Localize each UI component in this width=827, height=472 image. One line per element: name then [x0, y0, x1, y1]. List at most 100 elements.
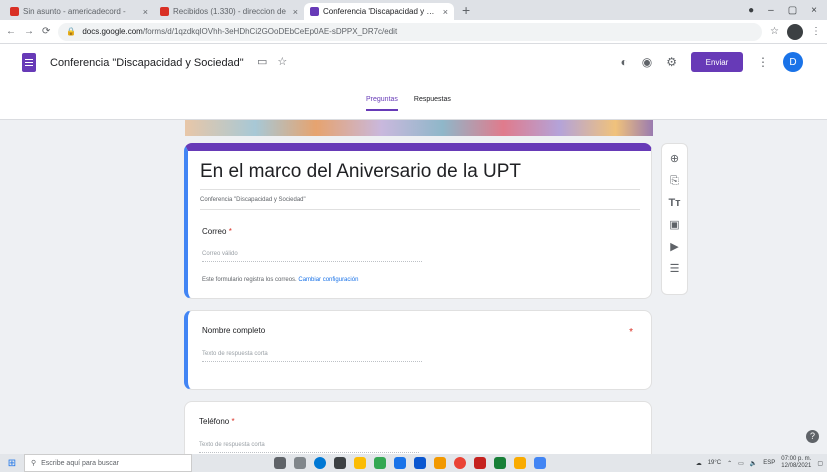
- lock-icon: 🔒: [66, 27, 77, 36]
- system-tray: ☁ 19°C ⌃ ▭ 🔈 ESP 07:00 p. m. 12/08/2021 …: [696, 456, 827, 470]
- close-window-button[interactable]: ×: [811, 5, 817, 16]
- question-card-name[interactable]: Nombre completo * Texto de respuesta cor…: [184, 310, 652, 390]
- forward-icon[interactable]: →: [24, 26, 34, 37]
- required-asterisk: *: [629, 327, 633, 338]
- browser-tab-gmail-1[interactable]: Sin asunto - americadecord - ×: [4, 3, 154, 20]
- browser-profile-avatar[interactable]: [787, 23, 803, 40]
- form-description[interactable]: Conferencia "Discapacidad y Sociedad": [200, 197, 640, 210]
- word-icon[interactable]: [394, 457, 406, 469]
- palette-icon[interactable]: ◐: [621, 55, 628, 69]
- folder-app-icon[interactable]: [434, 457, 446, 469]
- form-title[interactable]: En el marco del Aniversario de la UPT: [200, 161, 640, 190]
- browser-tab-forms[interactable]: Conferencia 'Discapacidad y Soc ×: [304, 3, 454, 20]
- add-image-icon[interactable]: ▣: [669, 218, 679, 232]
- url-host: docs.google.com: [82, 27, 143, 36]
- browser-tab-bar: Sin asunto - americadecord - × Recibidos…: [0, 0, 827, 20]
- notifications-icon[interactable]: ▢: [817, 460, 823, 467]
- add-section-icon[interactable]: ☰: [670, 262, 680, 276]
- required-asterisk: *: [231, 417, 235, 426]
- email-note-text: Este formulario registra los correos.: [202, 277, 297, 283]
- search-placeholder: Escribe aquí para buscar: [41, 459, 119, 467]
- reload-icon[interactable]: ⟳: [42, 26, 50, 37]
- google-forms-icon[interactable]: [22, 53, 36, 72]
- volume-icon[interactable]: 🔈: [750, 460, 757, 467]
- short-answer-field: Texto de respuesta corta: [199, 442, 419, 453]
- required-asterisk: *: [228, 227, 232, 236]
- maximize-button[interactable]: ▢: [788, 5, 797, 16]
- address-bar-row: ← → ⟳ 🔒 docs.google.com/forms/d/1qzdkqlO…: [0, 20, 827, 44]
- more-options-icon[interactable]: ⋮: [757, 55, 769, 69]
- explorer-icon[interactable]: [354, 457, 366, 469]
- email-label-text: Correo: [202, 227, 227, 236]
- menu-kebab-icon[interactable]: ⋮: [811, 26, 821, 37]
- back-icon[interactable]: ←: [6, 26, 16, 37]
- user-avatar[interactable]: D: [783, 52, 803, 72]
- settings-gear-icon[interactable]: ⚙: [666, 55, 677, 69]
- new-tab-button[interactable]: +: [454, 2, 478, 20]
- email-collection-note: Este formulario registra los correos. Ca…: [202, 277, 358, 283]
- edge-icon[interactable]: [314, 457, 326, 469]
- language-indicator[interactable]: ESP: [763, 460, 775, 466]
- taskbar-search-box[interactable]: ⚲ Escribe aquí para buscar: [24, 454, 192, 472]
- floating-question-toolbar: ⊕ ⎘ Tт ▣ ▶ ☰: [661, 143, 688, 295]
- add-video-icon[interactable]: ▶: [670, 240, 678, 254]
- question-card-phone[interactable]: Teléfono * Texto de respuesta corta: [184, 401, 652, 461]
- email-question-label: Correo *: [202, 227, 232, 236]
- tab-label: Sin asunto - americadecord -: [23, 7, 126, 16]
- app-icon[interactable]: [374, 457, 386, 469]
- email-answer-field: Correo válido: [202, 251, 422, 262]
- minimize-button[interactable]: –: [768, 5, 774, 16]
- outlook-icon[interactable]: [414, 457, 426, 469]
- tab-label: Recibidos (1.330) - direccion de: [173, 7, 286, 16]
- tab-label: Conferencia 'Discapacidad y Soc: [323, 7, 439, 16]
- clock[interactable]: 07:00 p. m. 12/08/2021: [781, 456, 811, 470]
- bookmark-star-icon[interactable]: ☆: [770, 26, 779, 37]
- help-icon[interactable]: ?: [806, 430, 819, 443]
- taskbar-apps: [274, 457, 546, 469]
- forms-icon: [310, 7, 319, 16]
- add-question-icon[interactable]: ⊕: [670, 152, 679, 166]
- form-header-image: [185, 120, 653, 136]
- forms-header: Conferencia "Discapacidad y Sociedad" ▭ …: [0, 44, 827, 120]
- clock-time: 07:00 p. m.: [781, 456, 812, 462]
- app-icon-3[interactable]: [534, 457, 546, 469]
- question-label-phone: Teléfono *: [199, 417, 235, 426]
- powerpoint-icon[interactable]: [474, 457, 486, 469]
- search-icon: ⚲: [31, 460, 37, 467]
- add-title-icon[interactable]: Tт: [668, 196, 680, 210]
- windows-start-icon[interactable]: ⊞: [0, 458, 24, 469]
- gmail-icon: [160, 7, 169, 16]
- app-icon-2[interactable]: [514, 457, 526, 469]
- url-path: /forms/d/1qzdkqlOVhh-3eHDhCi2GOoDEbCeEp0…: [142, 27, 398, 36]
- phone-label-text: Teléfono: [199, 417, 230, 426]
- send-button[interactable]: Enviar: [691, 52, 743, 72]
- tray-chevron-icon[interactable]: ⌃: [727, 460, 732, 467]
- short-answer-field: Texto de respuesta corta: [202, 351, 422, 362]
- profile-dot-icon[interactable]: ●: [748, 5, 754, 16]
- chrome-icon[interactable]: [454, 457, 466, 469]
- task-view-icon[interactable]: [294, 457, 306, 469]
- import-questions-icon[interactable]: ⎘: [670, 174, 679, 188]
- tab-questions[interactable]: Preguntas: [366, 96, 398, 111]
- url-field[interactable]: 🔒 docs.google.com/forms/d/1qzdkqlOVhh-3e…: [58, 22, 763, 41]
- browser-tab-gmail-2[interactable]: Recibidos (1.330) - direccion de ×: [154, 3, 304, 20]
- window-controls: ● – ▢ ×: [748, 0, 827, 20]
- cortana-icon[interactable]: [274, 457, 286, 469]
- close-icon[interactable]: ×: [293, 7, 298, 17]
- folder-icon[interactable]: ▭: [257, 55, 267, 68]
- change-settings-link[interactable]: Cambiar configuración: [298, 277, 358, 283]
- temperature[interactable]: 19°C: [708, 460, 721, 466]
- preview-eye-icon[interactable]: ◉: [642, 55, 652, 69]
- form-doc-title[interactable]: Conferencia "Discapacidad y Sociedad": [50, 57, 244, 69]
- battery-icon[interactable]: ▭: [738, 460, 744, 467]
- star-icon[interactable]: ☆: [277, 55, 287, 68]
- excel-icon[interactable]: [494, 457, 506, 469]
- weather-icon[interactable]: ☁: [696, 460, 702, 467]
- close-icon[interactable]: ×: [143, 7, 148, 17]
- windows-taskbar: ⊞ ⚲ Escribe aquí para buscar ☁ 19°C ⌃ ▭ …: [0, 454, 827, 472]
- close-icon[interactable]: ×: [443, 7, 448, 17]
- form-title-card[interactable]: En el marco del Aniversario de la UPT Co…: [184, 143, 652, 299]
- tab-responses[interactable]: Respuestas: [414, 96, 451, 111]
- question-label-name: Nombre completo: [202, 326, 266, 335]
- store-icon[interactable]: [334, 457, 346, 469]
